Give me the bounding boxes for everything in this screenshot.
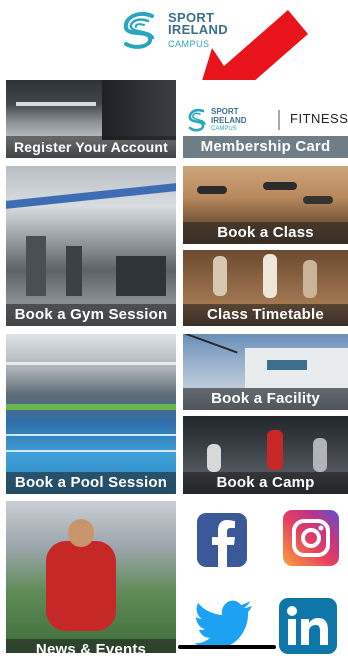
membership-brand-sport: SPORT xyxy=(211,107,239,116)
membership-card-tile[interactable]: SPORT IRELAND CAMPUS FITNESS Membership … xyxy=(183,80,348,158)
instagram-icon[interactable] xyxy=(283,510,339,566)
book-camp-tile[interactable]: Book a Camp xyxy=(183,416,348,494)
membership-card-label: Membership Card xyxy=(183,136,348,158)
class-timetable-label: Class Timetable xyxy=(183,304,348,326)
book-gym-session-label: Book a Gym Session xyxy=(6,304,176,326)
linkedin-icon[interactable] xyxy=(279,598,337,654)
membership-brand-ireland: IRELAND xyxy=(211,116,247,125)
book-class-tile[interactable]: Book a Class xyxy=(183,166,348,244)
logo-swirl-icon xyxy=(123,11,155,49)
fitness-text: FITNESS xyxy=(290,111,348,126)
book-class-label: Book a Class xyxy=(183,222,348,244)
book-pool-session-label: Book a Pool Session xyxy=(6,472,176,494)
register-account-label: Register Your Account xyxy=(6,136,176,158)
register-account-tile[interactable]: Register Your Account xyxy=(6,80,176,158)
membership-brand-text: SPORT IRELAND CAMPUS xyxy=(211,107,247,134)
news-events-label: News & Events xyxy=(6,639,176,653)
book-facility-tile[interactable]: Book a Facility xyxy=(183,334,348,410)
book-camp-label: Book a Camp xyxy=(183,472,348,494)
book-facility-label: Book a Facility xyxy=(183,388,348,410)
class-timetable-tile[interactable]: Class Timetable xyxy=(183,250,348,326)
book-gym-session-tile[interactable]: Book a Gym Session xyxy=(6,166,176,326)
book-pool-session-tile[interactable]: Book a Pool Session xyxy=(6,334,176,494)
news-events-tile[interactable]: News & Events xyxy=(6,501,176,653)
home-indicator[interactable] xyxy=(178,645,276,649)
twitter-icon[interactable] xyxy=(194,598,256,650)
membership-brand-campus: CAMPUS xyxy=(211,126,237,132)
facebook-icon[interactable] xyxy=(197,513,247,567)
